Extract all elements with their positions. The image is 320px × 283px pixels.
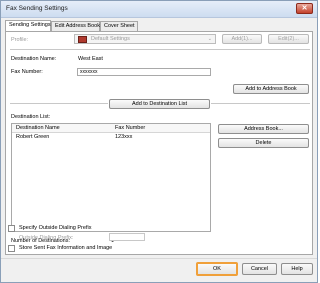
fax-sending-settings-dialog: Fax Sending Settings ✕ Sending Settings …	[0, 0, 318, 283]
tab-edit-address-book[interactable]: Edit Address Book	[51, 21, 100, 31]
table-row[interactable]: Robert Green 123xxx	[12, 134, 210, 142]
title-bar: Fax Sending Settings ✕	[1, 1, 317, 18]
add-to-destination-list-button[interactable]: Add to Destination List	[109, 99, 210, 109]
fax-number-label: Fax Number:	[11, 69, 43, 75]
tab-sending-settings[interactable]: Sending Settings	[5, 20, 51, 31]
column-header-fax-number[interactable]: Fax Number	[115, 124, 145, 132]
fax-number-field[interactable]: xxxxxxx	[77, 68, 211, 76]
profile-edit-button[interactable]: Edit(2)...	[268, 34, 309, 44]
outside-prefix-field-label: Outside Dialing Prefix:	[19, 235, 74, 241]
row-destination-name: Robert Green	[16, 134, 50, 140]
ok-button[interactable]: OK	[196, 262, 238, 276]
chevron-down-icon: ⌄	[207, 36, 212, 42]
outside-prefix-field[interactable]	[109, 233, 145, 241]
divider	[10, 49, 310, 50]
help-button[interactable]: Help	[281, 263, 313, 275]
divider	[10, 103, 108, 104]
profile-value: Default Settings	[91, 36, 130, 42]
profile-add-button[interactable]: Add(1)...	[222, 34, 262, 44]
store-sent-fax-checkbox-label: Store Sent Fax Information and Image	[19, 245, 113, 251]
window-title: Fax Sending Settings	[6, 5, 68, 12]
address-book-button[interactable]: Address Book...	[218, 124, 309, 134]
cancel-button[interactable]: Cancel	[242, 263, 277, 275]
divider	[211, 103, 310, 104]
profile-icon	[78, 36, 87, 43]
destination-name-label: Destination Name:	[11, 56, 57, 62]
sending-settings-panel: Profile: Default Settings ⌄ Add(1)... Ed…	[5, 31, 313, 255]
store-sent-fax-checkbox[interactable]	[8, 245, 15, 252]
destination-name-value: West East	[78, 56, 103, 62]
close-button[interactable]: ✕	[296, 3, 313, 14]
delete-button[interactable]: Delete	[218, 138, 309, 148]
outside-prefix-checkbox-label: Specify Outside Dialing Prefix	[19, 225, 92, 231]
profile-label: Profile:	[11, 37, 29, 43]
column-header-destination-name[interactable]: Destination Name	[16, 124, 60, 132]
profile-select[interactable]: Default Settings ⌄	[74, 34, 216, 44]
row-fax-number: 123xxx	[115, 134, 133, 140]
tab-cover-sheet[interactable]: Cover Sheet	[100, 21, 138, 31]
destination-list[interactable]: Destination Name Fax Number Robert Green…	[11, 123, 211, 232]
list-header: Destination Name Fax Number	[12, 124, 210, 133]
add-to-address-book-button[interactable]: Add to Address Book	[233, 84, 309, 94]
outside-prefix-checkbox[interactable]	[8, 225, 15, 232]
footer-divider	[1, 258, 317, 259]
destination-list-label: Destination List:	[11, 114, 51, 120]
